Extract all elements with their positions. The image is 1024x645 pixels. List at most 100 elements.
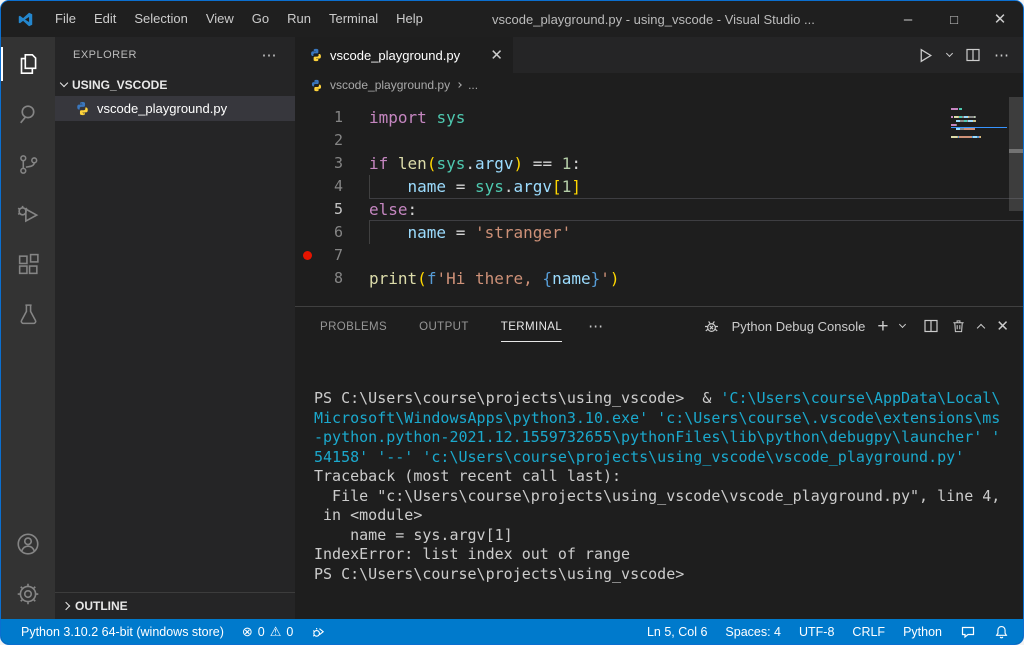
run-button[interactable] bbox=[917, 47, 934, 64]
terminal-dropdown-icon[interactable] bbox=[899, 321, 906, 328]
indentation-status[interactable]: Spaces: 4 bbox=[725, 625, 781, 639]
chevron-right-icon bbox=[62, 602, 70, 610]
bug-icon bbox=[703, 318, 720, 335]
breakpoint-gutter[interactable] bbox=[295, 152, 319, 175]
breakpoint-gutter[interactable] bbox=[295, 267, 319, 290]
sidebar-item-source-control[interactable] bbox=[1, 139, 55, 189]
menu-item-file[interactable]: File bbox=[46, 1, 85, 37]
maximize-icon[interactable]: □ bbox=[931, 1, 977, 37]
minimap[interactable] bbox=[951, 107, 1007, 139]
code-editor[interactable]: 1import sys23if len(sys.argv) == 1:4 nam… bbox=[295, 97, 1023, 306]
breadcrumb-file[interactable]: vscode_playground.py bbox=[330, 78, 450, 92]
split-terminal-icon[interactable] bbox=[923, 318, 939, 334]
code-line-content: if len(sys.argv) == 1: bbox=[369, 152, 1023, 175]
terminal-line: File "c:\Users\course\projects\using_vsc… bbox=[314, 487, 1023, 507]
close-panel-icon[interactable]: ✕ bbox=[996, 317, 1009, 335]
breakpoint-gutter[interactable] bbox=[295, 129, 319, 152]
titlebar: FileEditSelectionViewGoRunTerminalHelp v… bbox=[1, 1, 1023, 37]
line-number: 1 bbox=[319, 106, 343, 129]
tab-close-icon[interactable]: ✕ bbox=[490, 46, 503, 64]
tab-bar: vscode_playground.py ✕ ⋯ bbox=[295, 37, 1023, 73]
menu-item-run[interactable]: Run bbox=[278, 1, 320, 37]
menu-item-view[interactable]: View bbox=[197, 1, 243, 37]
sidebar-item-extensions[interactable] bbox=[1, 239, 55, 289]
code-line-3: 3if len(sys.argv) == 1: bbox=[295, 152, 1023, 175]
settings-button[interactable] bbox=[1, 569, 55, 619]
breakpoint-gutter[interactable] bbox=[295, 198, 319, 221]
breakpoint-dot[interactable] bbox=[303, 251, 312, 260]
python-interpreter-status[interactable]: Python 3.10.2 64-bit (windows store) bbox=[21, 625, 224, 639]
panel-tab-problems[interactable]: PROBLEMS bbox=[320, 310, 387, 342]
code-line-content: import sys bbox=[369, 106, 1023, 129]
close-icon[interactable]: ✕ bbox=[977, 1, 1023, 37]
terminal-line: name = sys.argv[1] bbox=[314, 526, 1023, 546]
terminal-output[interactable]: PS C:\Users\course\projects\using_vscode… bbox=[295, 345, 1023, 619]
bottom-panel: PROBLEMS OUTPUT TERMINAL ⋯ Python Debug Co… bbox=[295, 306, 1023, 619]
account-icon bbox=[15, 531, 41, 557]
split-editor-icon[interactable] bbox=[965, 47, 981, 63]
more-actions-icon[interactable]: ⋯ bbox=[588, 317, 603, 335]
breakpoint-gutter[interactable] bbox=[295, 175, 319, 198]
window-controls: – □ ✕ bbox=[885, 1, 1023, 37]
account-button[interactable] bbox=[1, 519, 55, 569]
scrollbar-decoration bbox=[1009, 149, 1023, 153]
notifications-bell-icon[interactable] bbox=[994, 624, 1009, 640]
chevron-right-icon bbox=[456, 82, 462, 88]
sidebar-item-explorer[interactable] bbox=[1, 39, 55, 89]
panel-tab-output[interactable]: OUTPUT bbox=[419, 310, 469, 342]
maximize-panel-icon[interactable] bbox=[977, 323, 985, 331]
kill-terminal-icon[interactable] bbox=[951, 318, 966, 334]
terminal-line: PS C:\Users\course\projects\using_vscode… bbox=[314, 389, 1023, 409]
feedback-icon[interactable] bbox=[960, 624, 976, 640]
code-line-content: print(f'Hi there, {name}') bbox=[369, 267, 1023, 290]
debugpy-status[interactable] bbox=[311, 624, 326, 639]
folder-section-header[interactable]: USING_VSCODE bbox=[55, 73, 295, 96]
breakpoint-marker[interactable] bbox=[295, 244, 319, 267]
language-mode-status[interactable]: Python bbox=[903, 625, 942, 639]
panel-tab-terminal[interactable]: TERMINAL bbox=[501, 310, 562, 342]
breakpoint-gutter[interactable] bbox=[295, 106, 319, 129]
line-number: 5 bbox=[319, 198, 343, 221]
sidebar-item-run-debug[interactable] bbox=[1, 189, 55, 239]
menu-item-go[interactable]: Go bbox=[243, 1, 278, 37]
vscode-window: FileEditSelectionViewGoRunTerminalHelp v… bbox=[0, 0, 1024, 645]
minimap-line bbox=[951, 135, 1007, 139]
run-dropdown-icon[interactable] bbox=[946, 50, 953, 57]
editor-scrollbar[interactable] bbox=[1009, 97, 1023, 306]
line-number: 2 bbox=[319, 129, 343, 152]
beaker-icon bbox=[16, 302, 41, 327]
breakpoint-gutter[interactable] bbox=[295, 221, 319, 244]
minimize-icon[interactable]: – bbox=[885, 1, 931, 37]
menu-item-terminal[interactable]: Terminal bbox=[320, 1, 387, 37]
menu-item-help[interactable]: Help bbox=[387, 1, 432, 37]
eol-status[interactable]: CRLF bbox=[852, 625, 885, 639]
menu-item-edit[interactable]: Edit bbox=[85, 1, 125, 37]
tab-vscode-playground[interactable]: vscode_playground.py ✕ bbox=[295, 37, 513, 73]
more-actions-icon[interactable]: ⋯ bbox=[994, 46, 1009, 64]
file-item-label: vscode_playground.py bbox=[97, 101, 227, 116]
scrollbar-slider[interactable] bbox=[1009, 97, 1023, 211]
sidebar-title: EXPLORER bbox=[73, 49, 137, 61]
breadcrumb-symbol[interactable]: ... bbox=[468, 78, 478, 92]
error-icon: ⊗ bbox=[242, 624, 253, 640]
terminal-line: 54158' '--' 'c:\Users\course\projects\us… bbox=[314, 448, 1023, 468]
terminal-selector-label[interactable]: Python Debug Console bbox=[732, 319, 866, 334]
gear-icon bbox=[15, 581, 41, 607]
cursor-position-status[interactable]: Ln 5, Col 6 bbox=[647, 625, 707, 639]
code-line-8: 8print(f'Hi there, {name}') bbox=[295, 267, 1023, 290]
outline-section-header[interactable]: OUTLINE bbox=[55, 592, 295, 619]
sidebar-item-search[interactable] bbox=[1, 89, 55, 139]
encoding-status[interactable]: UTF-8 bbox=[799, 625, 834, 639]
search-icon bbox=[16, 102, 41, 127]
new-terminal-icon[interactable]: + bbox=[877, 317, 888, 336]
code-line-7: 7 bbox=[295, 244, 1023, 267]
problems-status[interactable]: ⊗ 0 ⚠ 0 bbox=[242, 624, 293, 640]
warning-icon: ⚠ bbox=[270, 624, 282, 640]
line-number: 7 bbox=[319, 244, 343, 267]
file-item-vscode-playground[interactable]: vscode_playground.py bbox=[55, 96, 295, 121]
sidebar-item-testing[interactable] bbox=[1, 289, 55, 339]
more-actions-icon[interactable]: ⋯ bbox=[262, 46, 278, 64]
extensions-icon bbox=[16, 252, 41, 277]
menu-item-selection[interactable]: Selection bbox=[125, 1, 196, 37]
python-file-icon bbox=[309, 48, 323, 62]
